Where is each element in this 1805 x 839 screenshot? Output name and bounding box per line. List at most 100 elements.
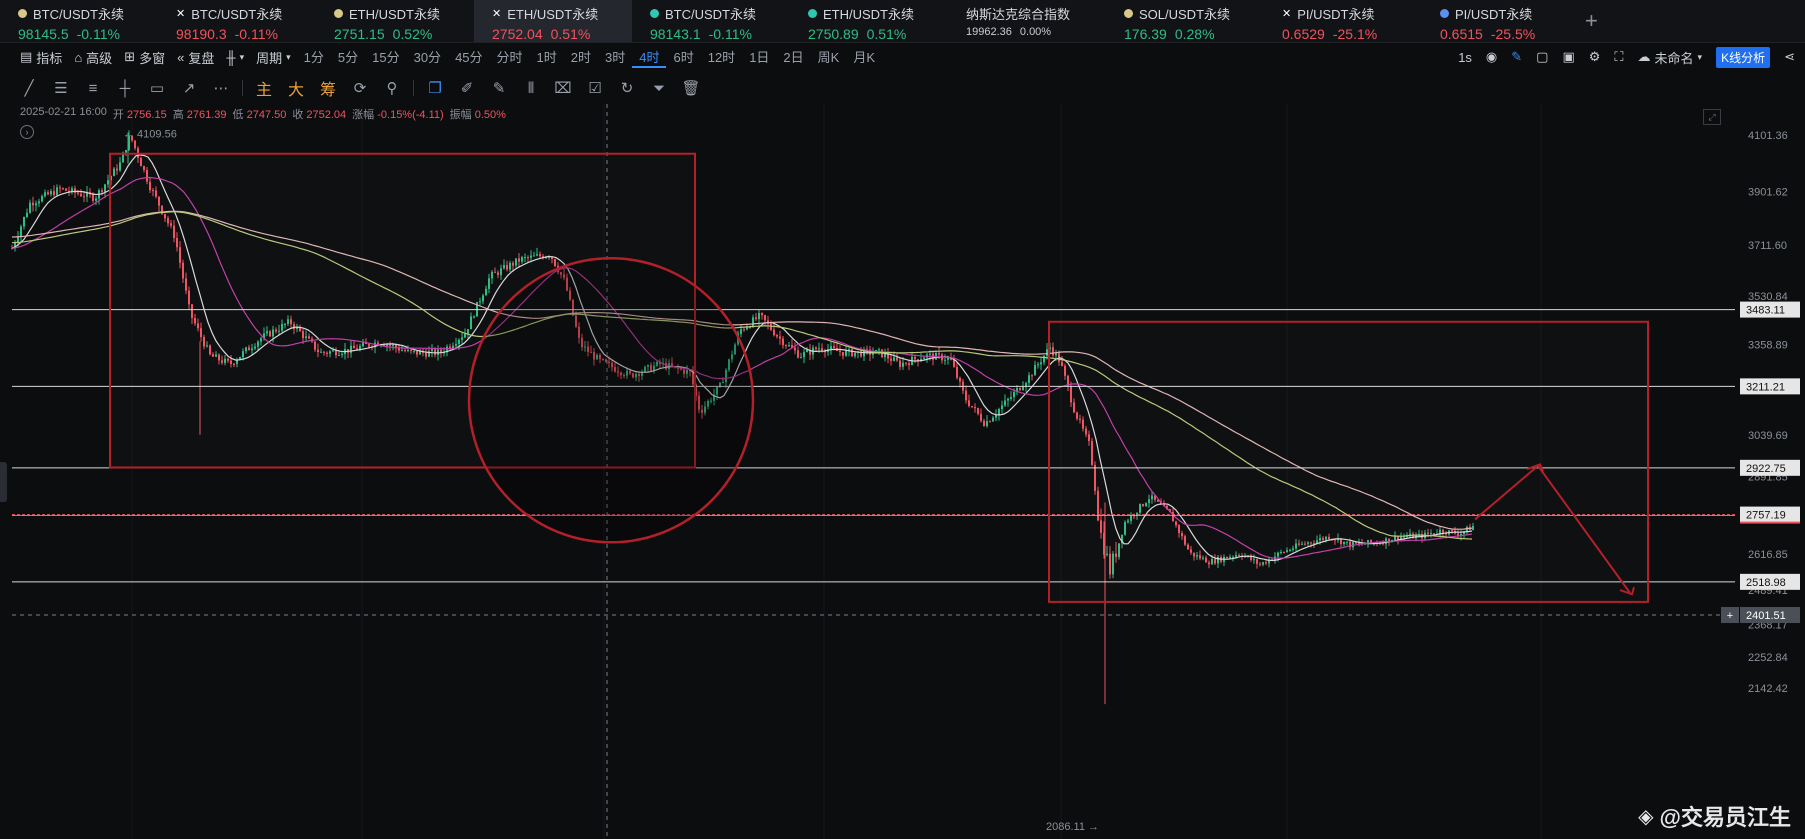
indicators-icon: ▤ — [20, 49, 33, 64]
ticker-item[interactable]: 纳斯达克综合指数 19962.36 0.00% — [948, 0, 1106, 42]
candle-body — [23, 216, 25, 227]
candle-body — [755, 317, 757, 320]
candle-body — [797, 350, 799, 358]
period-option[interactable]: 1时 — [530, 47, 564, 68]
candle-icon: ╫ — [226, 49, 236, 65]
parallel-lines-tool-icon[interactable]: ☰ — [46, 75, 76, 101]
okx-x-icon: ✕ — [1282, 8, 1292, 20]
candle-body — [1046, 349, 1048, 356]
rectangle-tool-icon[interactable]: ▭ — [142, 75, 172, 101]
candle-body — [872, 353, 874, 355]
magnet-icon[interactable]: ⚲ — [377, 75, 407, 101]
brush-icon[interactable]: ✎ — [484, 75, 514, 101]
ticker-item[interactable]: BTC/USDT永续 98145.5 -0.11% — [0, 0, 158, 42]
drawn-circle — [467, 257, 755, 544]
collapse-legend-icon[interactable]: › — [20, 125, 34, 139]
trendline-tool-icon[interactable]: ╱ — [14, 75, 44, 101]
candle-body — [740, 329, 742, 334]
lock-icon[interactable]: ⌧ — [548, 75, 578, 101]
sync-icon[interactable]: ⟳ — [345, 75, 375, 101]
ticker-price: 2750.89 — [808, 26, 859, 42]
candles-icon[interactable]: ⫴ — [516, 75, 546, 101]
ticker-item[interactable]: ETH/USDT永续 2751.15 0.52% — [316, 0, 474, 42]
price-chart[interactable]: ← 4109.56 2086.11 → 4101.36 3901.62 3711.60 3… — [0, 104, 1805, 839]
horizontal-line-tool-icon[interactable]: ┼ — [110, 75, 140, 101]
channel-tool-icon[interactable]: ≡ — [78, 75, 108, 101]
settings-icon[interactable]: ⚙ — [1589, 49, 1601, 65]
trash-icon[interactable]: 🗑 — [676, 75, 706, 101]
candle-body — [38, 201, 40, 204]
multi-window-button[interactable]: ⊞ 多窗 — [118, 48, 171, 67]
more-tools-icon[interactable]: ⋯ — [206, 75, 236, 101]
period-option[interactable]: 15分 — [365, 47, 406, 68]
interval-selector[interactable]: 1s — [1458, 50, 1472, 65]
period-option[interactable]: 分时 — [490, 47, 530, 68]
candle-body — [1001, 405, 1003, 410]
candle-body — [44, 192, 46, 197]
candle-body — [764, 315, 766, 321]
ticker-name: BTC/USDT永续 — [33, 7, 125, 22]
candle-body — [752, 317, 754, 327]
ticker-item[interactable]: ✕ PI/USDT永续 0.6529 -25.1% — [1264, 0, 1422, 42]
candle-body — [53, 191, 55, 196]
chart-type-button[interactable]: ╫ ▾ — [220, 50, 250, 65]
period-option[interactable]: 2时 — [564, 47, 598, 68]
candle-body — [743, 329, 745, 331]
period-option[interactable]: 1日 — [742, 47, 776, 68]
period-option[interactable]: 4时 — [632, 47, 667, 68]
candle-body — [758, 312, 760, 320]
period-dropdown[interactable]: 周期 ▾ — [250, 48, 297, 67]
period-option[interactable]: 1分 — [297, 47, 331, 68]
share-icon[interactable]: ⋖ — [1784, 49, 1795, 65]
sol-coin-icon — [1124, 9, 1133, 18]
arrow-tool-icon[interactable]: ↗ — [174, 75, 204, 101]
indicators-button[interactable]: ▤ 指标 — [14, 48, 68, 67]
period-option[interactable]: 周K — [811, 47, 847, 68]
advanced-button[interactable]: ⌂ 高级 — [68, 48, 118, 67]
ticker-name: ETH/USDT永续 — [349, 7, 441, 22]
candle-body — [953, 359, 955, 367]
pen-icon[interactable]: ✎ — [1511, 49, 1522, 65]
period-option[interactable]: 5分 — [331, 47, 365, 68]
ticker-item[interactable]: ETH/USDT永续 2750.89 0.51% — [790, 0, 948, 42]
candle-body — [851, 349, 853, 357]
ticker-item[interactable]: SOL/USDT永续 176.39 0.28% — [1106, 0, 1264, 42]
period-option[interactable]: 30分 — [407, 47, 448, 68]
replay-button[interactable]: «复盘 — [171, 48, 220, 67]
candle-body — [20, 226, 22, 237]
candle-body — [965, 390, 967, 401]
ticker-bar: BTC/USDT永续 98145.5 -0.11% ✕ BTC/USDT永续 98190.… — [0, 0, 1805, 43]
period-option[interactable]: 45分 — [448, 47, 489, 68]
big-order-toggle[interactable]: 大 — [281, 75, 311, 101]
ticker-item[interactable]: BTC/USDT永续 98143.1 -0.11% — [632, 0, 790, 42]
side-panel-handle[interactable] — [0, 462, 7, 502]
candle-body — [845, 350, 847, 356]
fullscreen-icon[interactable]: ⛶ — [1614, 49, 1623, 65]
save-icon[interactable]: ▣ — [1562, 49, 1574, 65]
period-option[interactable]: 月K — [846, 47, 882, 68]
rewind-icon: « — [177, 49, 185, 65]
ticker-item[interactable]: ✕ BTC/USDT永续 98190.3 -0.11% — [158, 0, 316, 42]
period-option[interactable]: 2日 — [776, 47, 810, 68]
rotate-icon[interactable]: ↻ — [612, 75, 642, 101]
logo-icon: ◈ — [1638, 805, 1654, 828]
camera-icon[interactable]: ◉ — [1486, 49, 1497, 65]
layout-menu[interactable]: ☁ 未命名 ▾ — [1638, 48, 1703, 67]
ticker-item[interactable]: PI/USDT永续 0.6515 -25.5% — [1422, 0, 1580, 42]
period-option[interactable]: 3时 — [598, 47, 632, 68]
filter-icon[interactable]: ⏷ — [644, 75, 674, 101]
note-icon[interactable]: ☑ — [580, 75, 610, 101]
chart-settings-icon[interactable]: ⤢ — [1703, 109, 1721, 125]
ticker-price: 98145.5 — [18, 26, 69, 42]
period-option[interactable]: 6时 — [666, 47, 700, 68]
chip-toggle[interactable]: 筹 — [313, 75, 343, 101]
kline-analysis-button[interactable]: K线分析 — [1716, 46, 1771, 68]
main-indicator-toggle[interactable]: 主 — [249, 75, 279, 101]
candle-body — [803, 352, 805, 358]
copy-icon[interactable]: ❐ — [420, 75, 450, 101]
period-option[interactable]: 12时 — [701, 47, 742, 68]
ticker-item[interactable]: ✕ ETH/USDT永续 2752.04 0.51% — [474, 0, 632, 42]
ruler-icon[interactable]: ✐ — [452, 75, 482, 101]
ticker-name: ETH/USDT永续 — [823, 7, 915, 22]
comment-icon[interactable]: ▢ — [1536, 49, 1548, 65]
